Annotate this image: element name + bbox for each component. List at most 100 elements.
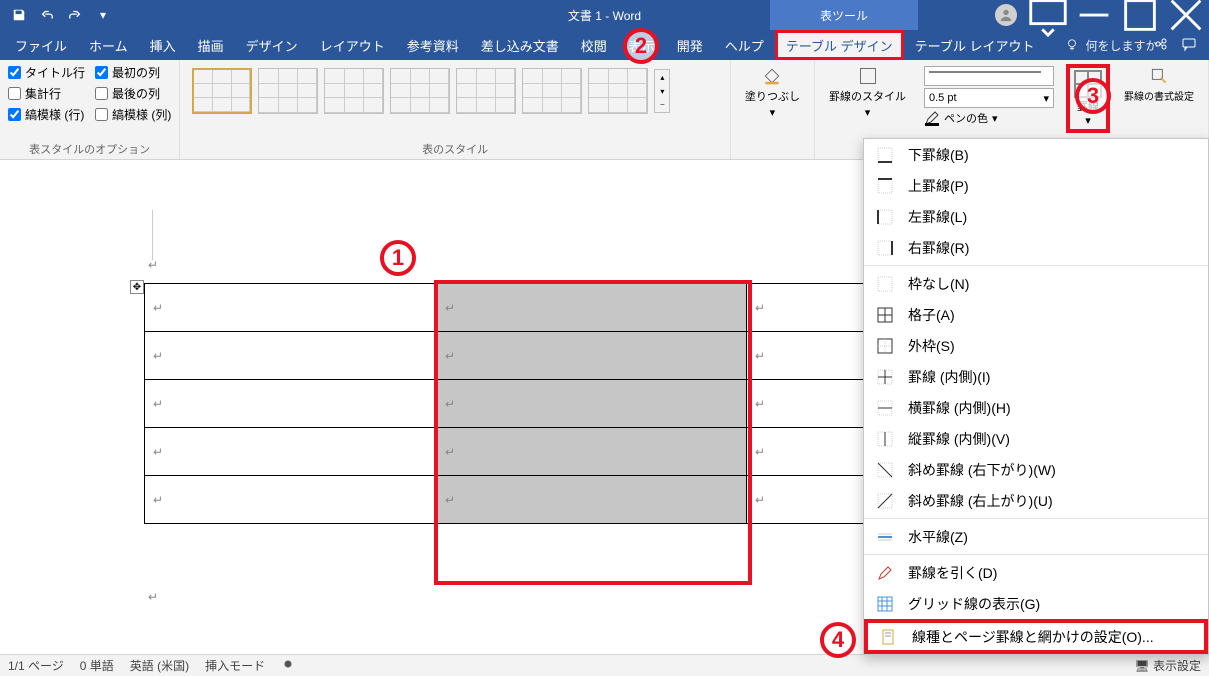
table-cell[interactable]: ↵ bbox=[437, 332, 747, 380]
table-cell[interactable]: ↵ bbox=[145, 332, 437, 380]
dd-view-gridlines[interactable]: グリッド線の表示(G) bbox=[864, 588, 1208, 619]
tab-review[interactable]: 校閲 bbox=[570, 30, 618, 60]
table-move-handle[interactable]: ✥ bbox=[130, 280, 144, 294]
annotation-3: 3 bbox=[1075, 78, 1111, 114]
tab-home[interactable]: ホーム bbox=[78, 30, 139, 60]
qat-customize-icon[interactable]: ▾ bbox=[90, 2, 116, 28]
dd-border-all[interactable]: 格子(A) bbox=[864, 299, 1208, 330]
ribbon-options-button[interactable] bbox=[1025, 0, 1071, 30]
pen-color-button[interactable]: ペンの色 ▾ bbox=[924, 110, 1054, 126]
border-styles-button[interactable]: 罫線のスタイル ▾ bbox=[823, 64, 912, 121]
table-cell[interactable]: ↵ bbox=[145, 380, 437, 428]
border-painter-button[interactable]: 罫線の書式設定 bbox=[1118, 64, 1200, 105]
title-bar: ▾ 文書 1 - Word 表ツール bbox=[0, 0, 1209, 30]
status-insert-mode[interactable]: 挿入モード bbox=[205, 657, 265, 674]
dd-border-diag-down[interactable]: 斜め罫線 (右下がり)(W) bbox=[864, 454, 1208, 485]
style-thumb-1[interactable] bbox=[192, 68, 252, 114]
redo-button[interactable] bbox=[62, 2, 88, 28]
chk-first-col[interactable]: 最初の列 bbox=[95, 64, 171, 81]
dd-border-inside-v[interactable]: 縦罫線 (内側)(V) bbox=[864, 423, 1208, 454]
tab-file[interactable]: ファイル bbox=[4, 30, 78, 60]
table-cell[interactable]: ↵ bbox=[437, 380, 747, 428]
dd-separator bbox=[864, 518, 1208, 519]
line-weight-select[interactable]: 0.5 pt▾ bbox=[924, 88, 1054, 108]
status-display-settings[interactable]: 🖥 表示設定 bbox=[1134, 657, 1201, 674]
tell-me-search[interactable]: 何をしますか bbox=[1065, 37, 1157, 54]
table-cell[interactable]: ↵ bbox=[145, 284, 437, 332]
dd-border-left[interactable]: 左罫線(L) bbox=[864, 201, 1208, 232]
tab-developer[interactable]: 開発 bbox=[666, 30, 714, 60]
tab-table-design[interactable]: テーブル デザイン bbox=[775, 30, 904, 60]
table-row[interactable]: ↵↵↵ bbox=[145, 284, 927, 332]
tab-references[interactable]: 参考資料 bbox=[396, 30, 470, 60]
chk-header-row[interactable]: タイトル行 bbox=[8, 64, 85, 81]
user-avatar[interactable] bbox=[995, 4, 1017, 26]
chk-total-row[interactable]: 集計行 bbox=[8, 85, 85, 102]
title-text: 文書 1 - Word bbox=[568, 7, 641, 24]
style-thumb-4[interactable] bbox=[390, 68, 450, 114]
paragraph-mark: ↵ bbox=[148, 590, 158, 604]
table-row[interactable]: ↵↵↵ bbox=[145, 332, 927, 380]
close-button[interactable] bbox=[1163, 0, 1209, 30]
tab-draw[interactable]: 描画 bbox=[187, 30, 235, 60]
table-cell[interactable]: ↵ bbox=[437, 284, 747, 332]
macro-record-icon[interactable] bbox=[281, 657, 295, 674]
tab-insert[interactable]: 挿入 bbox=[139, 30, 187, 60]
dd-border-right[interactable]: 右罫線(R) bbox=[864, 232, 1208, 263]
dd-border-none[interactable]: 枠なし(N) bbox=[864, 268, 1208, 299]
dd-border-top[interactable]: 上罫線(P) bbox=[864, 170, 1208, 201]
dd-draw-border[interactable]: 罫線を引く(D) bbox=[864, 557, 1208, 588]
tab-help[interactable]: ヘルプ bbox=[714, 30, 775, 60]
dd-border-inside-h[interactable]: 横罫線 (内側)(H) bbox=[864, 392, 1208, 423]
border-painter-icon bbox=[1149, 66, 1169, 86]
border-inside-icon bbox=[876, 368, 894, 386]
dd-border-outside[interactable]: 外枠(S) bbox=[864, 330, 1208, 361]
shading-button[interactable]: 塗りつぶし ▾ bbox=[739, 64, 806, 121]
style-thumb-3[interactable] bbox=[324, 68, 384, 114]
tab-design[interactable]: デザイン bbox=[235, 30, 309, 60]
table-row[interactable]: ↵↵↵ bbox=[145, 428, 927, 476]
comments-button[interactable] bbox=[1181, 36, 1197, 55]
gallery-expand-button[interactable]: ▴▾⎯ bbox=[654, 69, 670, 113]
style-thumb-7[interactable] bbox=[588, 68, 648, 114]
status-page[interactable]: 1/1 ページ bbox=[8, 657, 64, 674]
dd-border-bottom[interactable]: 下罫線(B) bbox=[864, 139, 1208, 170]
save-button[interactable] bbox=[6, 2, 32, 28]
annotation-1: 1 bbox=[380, 240, 416, 276]
style-thumb-6[interactable] bbox=[522, 68, 582, 114]
style-thumb-2[interactable] bbox=[258, 68, 318, 114]
table-row[interactable]: ↵↵↵ bbox=[145, 380, 927, 428]
border-diag-up-icon bbox=[876, 492, 894, 510]
border-left-icon bbox=[876, 208, 894, 226]
document-table[interactable]: ↵↵↵ ↵↵↵ ↵↵↵ ↵↵↵ ↵↵↵ bbox=[144, 283, 927, 524]
table-cell[interactable]: ↵ bbox=[437, 476, 747, 524]
status-words[interactable]: 0 単語 bbox=[80, 657, 114, 674]
border-style-icon bbox=[858, 66, 878, 86]
dd-separator bbox=[864, 265, 1208, 266]
pen-icon bbox=[924, 110, 940, 126]
tab-mailings[interactable]: 差し込み文書 bbox=[470, 30, 570, 60]
table-styles-gallery[interactable]: ▴▾⎯ bbox=[188, 64, 722, 118]
table-cell[interactable]: ↵ bbox=[437, 428, 747, 476]
chk-banded-cols[interactable]: 縞模様 (列) bbox=[95, 106, 171, 123]
table-cell[interactable]: ↵ bbox=[145, 428, 437, 476]
dd-borders-and-shading[interactable]: 線種とページ罫線と網かけの設定(O)... bbox=[864, 619, 1208, 654]
chk-banded-rows[interactable]: 縞模様 (行) bbox=[8, 106, 85, 123]
table-row[interactable]: ↵↵↵ bbox=[145, 476, 927, 524]
line-style-select[interactable] bbox=[924, 66, 1054, 86]
annotation-4: 4 bbox=[820, 622, 856, 658]
maximize-button[interactable] bbox=[1117, 0, 1163, 30]
dd-horizontal-line[interactable]: 水平線(Z) bbox=[864, 521, 1208, 552]
minimize-button[interactable] bbox=[1071, 0, 1117, 30]
share-button[interactable] bbox=[1153, 36, 1169, 55]
dd-border-diag-up[interactable]: 斜め罫線 (右上がり)(U) bbox=[864, 485, 1208, 516]
status-language[interactable]: 英語 (米国) bbox=[130, 657, 189, 674]
style-thumb-5[interactable] bbox=[456, 68, 516, 114]
table-cell[interactable]: ↵ bbox=[145, 476, 437, 524]
paragraph-mark: ↵ bbox=[148, 258, 158, 272]
chk-last-col[interactable]: 最後の列 bbox=[95, 85, 171, 102]
dd-border-inside[interactable]: 罫線 (内側)(I) bbox=[864, 361, 1208, 392]
paint-bucket-icon bbox=[762, 66, 782, 86]
undo-button[interactable] bbox=[34, 2, 60, 28]
tab-layout[interactable]: レイアウト bbox=[309, 30, 396, 60]
